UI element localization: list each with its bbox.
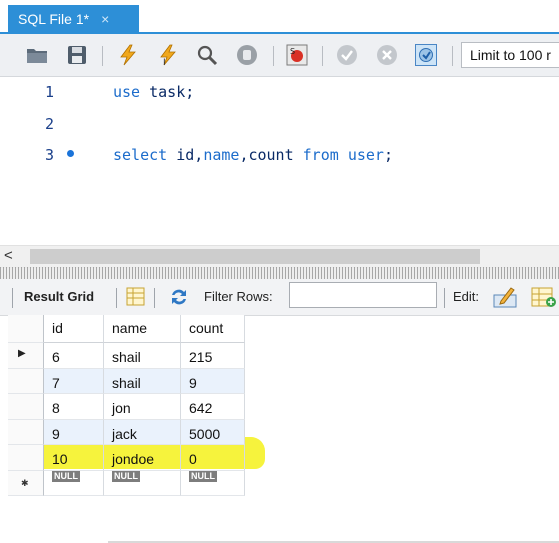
tab-sql-file[interactable]: SQL File 1* × <box>8 5 139 33</box>
editor-toolbar: I S Limit to 100 r <box>0 34 559 77</box>
toolbar-separator <box>12 288 13 308</box>
limit-rows-select[interactable]: Limit to 100 r <box>461 42 559 68</box>
sql-text: task; <box>140 83 195 101</box>
line-number: 2 <box>44 115 54 133</box>
table-cell[interactable]: jondoe <box>104 445 181 471</box>
row-header[interactable] <box>8 445 44 471</box>
sql-keyword: user <box>347 146 384 164</box>
save-icon[interactable] <box>66 44 88 66</box>
table-cell[interactable]: 7 <box>44 368 104 394</box>
table-cell[interactable]: 9 <box>44 419 104 445</box>
row-header[interactable] <box>8 368 44 394</box>
sql-keyword: from <box>302 146 339 164</box>
sql-text: ; <box>383 146 393 164</box>
column-header-name[interactable]: name <box>104 315 181 343</box>
statement-marker-icon <box>67 150 74 157</box>
refresh-icon[interactable] <box>168 287 190 307</box>
null-badge: NULL <box>189 470 217 482</box>
result-grid-label[interactable]: Result Grid <box>24 289 94 304</box>
sql-keyword: select <box>113 146 168 164</box>
sql-text: ,count <box>239 146 303 164</box>
sql-editor[interactable]: 1 use task; 2 3 select id,name,count fro… <box>0 77 559 245</box>
table-cell[interactable]: 642 <box>181 394 245 420</box>
table-cell[interactable]: jack <box>104 419 181 445</box>
row-header[interactable] <box>8 419 44 445</box>
row-header[interactable] <box>8 394 44 420</box>
current-row-icon: ▶ <box>18 348 26 359</box>
commit-icon[interactable] <box>336 44 358 66</box>
tab-bar: SQL File 1* × <box>0 0 559 34</box>
rollback-icon[interactable] <box>376 44 398 66</box>
table-cell[interactable]: 0 <box>181 445 245 471</box>
table-cell[interactable]: 6 <box>44 343 104 369</box>
line-number: 1 <box>44 83 54 101</box>
column-header-id[interactable]: id <box>44 315 104 343</box>
toolbar-separator <box>116 288 117 308</box>
toolbar-separator <box>273 46 274 66</box>
table-cell[interactable]: 5000 <box>181 419 245 445</box>
new-row-header[interactable]: ✱ <box>8 470 44 496</box>
table-cell[interactable]: jon <box>104 394 181 420</box>
line-number: 3 <box>44 146 54 164</box>
null-badge: NULL <box>112 470 140 482</box>
scroll-left-icon[interactable]: < <box>4 247 13 264</box>
table-cell[interactable]: shail <box>104 343 181 369</box>
add-row-icon[interactable] <box>531 285 557 309</box>
execute-current-icon[interactable]: I <box>157 44 179 66</box>
tab-title: SQL File 1* <box>18 11 90 27</box>
stop-icon[interactable] <box>236 44 258 66</box>
edit-row-icon[interactable] <box>493 285 519 309</box>
close-icon[interactable]: × <box>101 11 109 27</box>
toolbar-separator <box>452 46 453 66</box>
null-cell[interactable]: NULL <box>181 470 245 496</box>
form-editor-icon[interactable] <box>126 287 145 306</box>
autocommit-icon[interactable] <box>415 44 437 66</box>
editor-hscrollbar[interactable]: < <box>0 245 559 268</box>
editor-line: 3 select id,name,count from user; <box>0 146 559 174</box>
sql-keyword: name <box>203 146 240 164</box>
code-text: use task; <box>113 83 194 101</box>
toolbar-separator <box>322 46 323 66</box>
toolbar-separator <box>444 288 445 308</box>
svg-text:S: S <box>290 47 295 56</box>
sql-text: id, <box>167 146 204 164</box>
toolbar-separator <box>154 288 155 308</box>
svg-text:I: I <box>163 58 166 66</box>
table-cell[interactable]: 10 <box>44 445 104 471</box>
row-header[interactable]: ▶ <box>8 343 44 369</box>
null-badge: NULL <box>52 470 80 482</box>
editor-line: 2 <box>0 115 559 143</box>
table-cell[interactable]: 215 <box>181 343 245 369</box>
filter-rows-input[interactable] <box>289 282 437 308</box>
code-text: select id,name,count from user; <box>113 146 393 164</box>
explain-icon[interactable] <box>196 44 218 66</box>
table-cell[interactable]: 8 <box>44 394 104 420</box>
toggle-error-icon[interactable]: S <box>286 44 308 66</box>
table-cell[interactable]: shail <box>104 368 181 394</box>
panel-splitter[interactable] <box>0 267 559 279</box>
new-row-icon: ✱ <box>21 477 29 488</box>
null-cell[interactable]: NULL <box>104 470 181 496</box>
filter-rows-label: Filter Rows: <box>204 289 273 304</box>
table-cell[interactable]: 9 <box>181 368 245 394</box>
result-toolbar: Result Grid Filter Rows: Edit: <box>0 279 559 316</box>
column-header-count[interactable]: count <box>181 315 245 343</box>
null-cell[interactable]: NULL <box>44 470 104 496</box>
editor-line: 1 use task; <box>0 83 559 111</box>
execute-icon[interactable] <box>117 44 139 66</box>
sql-keyword: use <box>113 83 141 101</box>
scrollbar-thumb[interactable] <box>30 249 480 264</box>
folder-icon[interactable] <box>26 44 48 66</box>
toolbar-separator <box>102 46 103 66</box>
grid-corner <box>8 315 44 343</box>
edit-label: Edit: <box>453 289 480 304</box>
